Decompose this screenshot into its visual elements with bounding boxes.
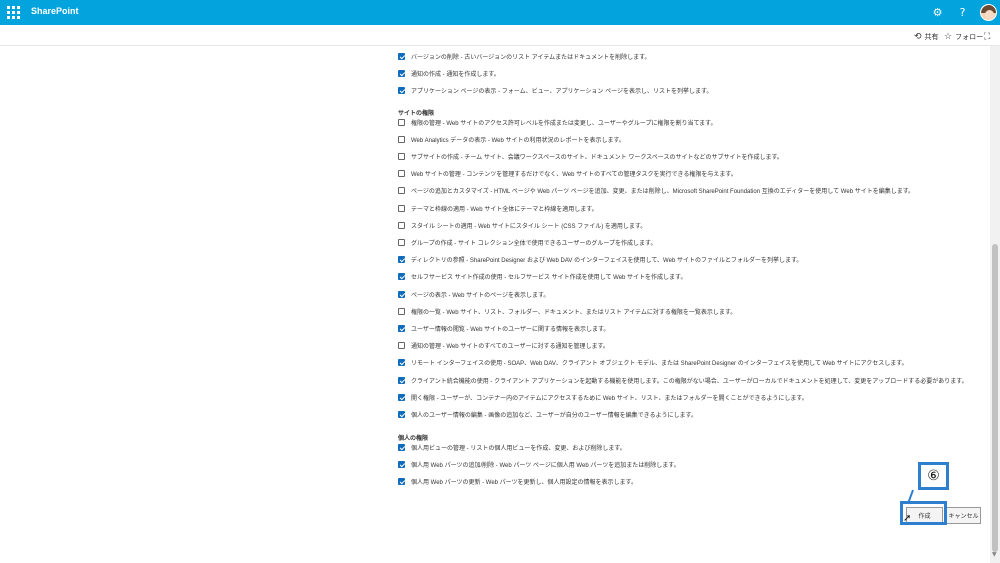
permission-checkbox[interactable]: [398, 273, 405, 281]
permission-row[interactable]: リモート インターフェイスの使用 - SOAP、Web DAV、クライアント オ…: [398, 358, 908, 368]
permission-checkbox[interactable]: [398, 69, 405, 77]
permission-checkbox[interactable]: [398, 118, 405, 126]
permission-row[interactable]: アプリケーション ページの表示 - フォーム、ビュー、アプリケーション ページを…: [398, 85, 712, 95]
permission-label: 個人のユーザー情報の編集 - 画像の追加など、ユーザーが自分のユーザー情報を編集…: [411, 412, 697, 419]
permission-label: テーマと枠線の適用 - Web サイト全体にテーマと枠線を適用します。: [411, 206, 598, 213]
permission-row[interactable]: クライアント統合機能の使用 - クライアント アプリケーションを起動する機能を使…: [398, 375, 968, 385]
help-icon[interactable]: ?: [955, 5, 970, 20]
app-title[interactable]: SharePoint: [31, 6, 79, 16]
site-permissions-heading: サイトの権限: [398, 111, 435, 117]
permission-checkbox[interactable]: [398, 410, 405, 418]
permission-row[interactable]: 開く権限 - ユーザーが、コンテナー内のアイテムにアクセスするために Web サ…: [398, 392, 808, 402]
permission-label: クライアント統合機能の使用 - クライアント アプリケーションを起動する機能を使…: [411, 378, 968, 385]
share-icon: ⟲: [914, 31, 922, 41]
permission-checkbox[interactable]: [398, 86, 405, 94]
permission-row[interactable]: セルフサービス サイト作成の使用 - セルフサービス サイト作成を使用して We…: [398, 272, 686, 282]
permission-label: 個人用 Web パーツの更新 - Web パーツを更新し、個人用設定の情報を表示…: [411, 479, 637, 486]
scroll-down-icon[interactable]: ▼: [992, 551, 997, 558]
permission-row[interactable]: スタイル シートの適用 - Web サイトにスタイル シート (CSS ファイル…: [398, 220, 646, 230]
permission-row[interactable]: サブサイトの作成 - チーム サイト、会議ワークスペースのサイト、ドキュメント …: [398, 151, 783, 161]
permission-checkbox[interactable]: [398, 443, 405, 451]
permission-label: バージョンの削除 - 古いバージョンのリスト アイテムまたはドキュメントを削除し…: [411, 54, 651, 61]
permission-row[interactable]: 権限の管理 - Web サイトのアクセス許可レベルを作成または変更し、ユーザーや…: [398, 117, 717, 127]
permission-row[interactable]: ページの追加とカスタマイズ - HTML ページや Web パーツ ページを追加…: [398, 186, 914, 196]
permission-row[interactable]: グループの作成 - サイト コレクション全体で使用できるユーザーのグループを作成…: [398, 237, 656, 247]
permission-checkbox[interactable]: [398, 290, 405, 298]
permission-row[interactable]: 権限の一覧 - Web サイト、リスト、フォルダー、ドキュメント、またはリスト …: [398, 306, 736, 316]
permission-checkbox[interactable]: [398, 135, 405, 143]
permission-label: ページの表示 - Web サイトのページを表示します。: [411, 292, 550, 299]
permission-level-form: バージョンの削除 - 古いバージョンのリスト アイテムまたはドキュメントを削除し…: [0, 46, 990, 563]
permission-checkbox[interactable]: [398, 238, 405, 246]
permission-checkbox[interactable]: [398, 152, 405, 160]
share-button[interactable]: ⟲ 共有: [914, 31, 939, 42]
permission-label: ページの追加とカスタマイズ - HTML ページや Web パーツ ページを追加…: [411, 189, 915, 196]
permission-label: サブサイトの作成 - チーム サイト、会議ワークスペースのサイト、ドキュメント …: [411, 154, 783, 161]
permission-row[interactable]: 個人用ビューの管理 - リストの個人用ビューを作成、変更、および削除します。: [398, 442, 626, 452]
step-badge: ⑥: [918, 462, 949, 490]
permission-label: グループの作成 - サイト コレクション全体で使用できるユーザーのグループを作成…: [411, 240, 657, 247]
permission-label: 通知の作成 - 通知を作成します。: [411, 71, 500, 78]
follow-button[interactable]: ☆ フォロー: [944, 31, 983, 42]
permission-row[interactable]: ユーザー情報の閲覧 - Web サイトのユーザーに関する情報を表示します。: [398, 323, 609, 333]
permission-checkbox[interactable]: [398, 187, 405, 195]
permission-label: Web Analytics データの表示 - Web サイトの利用状況のレポート…: [411, 137, 625, 144]
avatar[interactable]: [980, 4, 997, 21]
permission-row[interactable]: 通知の管理 - Web サイトのすべてのユーザーに対する通知を管理します。: [398, 341, 609, 351]
permission-checkbox[interactable]: [398, 376, 405, 384]
permission-label: リモート インターフェイスの使用 - SOAP、Web DAV、クライアント オ…: [411, 361, 908, 368]
permission-label: 開く権限 - ユーザーが、コンテナー内のアイテムにアクセスするために Web サ…: [411, 395, 808, 402]
permission-checkbox[interactable]: [398, 460, 405, 468]
permission-label: ディレクトリの参照 - SharePoint Designer および Web …: [411, 258, 803, 265]
permission-row[interactable]: 通知の作成 - 通知を作成します。: [398, 68, 500, 78]
share-label: 共有: [924, 33, 939, 41]
command-bar: ⟲ 共有 ☆ フォロー ⛶: [0, 25, 1000, 46]
permission-label: 個人用ビューの管理 - リストの個人用ビューを作成、変更、および削除します。: [411, 445, 626, 452]
cancel-button[interactable]: キャンセル: [946, 507, 981, 524]
permission-label: 権限の管理 - Web サイトのアクセス許可レベルを作成または変更し、ユーザーや…: [411, 120, 717, 127]
permission-label: スタイル シートの適用 - Web サイトにスタイル シート (CSS ファイル…: [411, 223, 647, 230]
permission-row[interactable]: ディレクトリの参照 - SharePoint Designer および Web …: [398, 255, 802, 265]
permission-row[interactable]: Web サイトの管理 - コンテンツを管理するだけでなく、Web サイトのすべて…: [398, 169, 737, 179]
permission-label: Web サイトの管理 - コンテンツを管理するだけでなく、Web サイトのすべて…: [411, 172, 737, 179]
gear-icon[interactable]: ⚙: [930, 5, 945, 20]
permission-checkbox[interactable]: [398, 221, 405, 229]
permission-row[interactable]: テーマと枠線の適用 - Web サイト全体にテーマと枠線を適用します。: [398, 203, 598, 213]
permission-checkbox[interactable]: [398, 307, 405, 315]
permission-label: 通知の管理 - Web サイトのすべてのユーザーに対する通知を管理します。: [411, 344, 609, 351]
vertical-scrollbar[interactable]: ▼: [990, 46, 1000, 563]
permission-checkbox[interactable]: [398, 393, 405, 401]
permission-checkbox[interactable]: [398, 324, 405, 332]
app-launcher-icon[interactable]: [7, 6, 20, 19]
follow-label: フォロー: [955, 33, 984, 41]
permission-label: セルフサービス サイト作成の使用 - セルフサービス サイト作成を使用して We…: [411, 275, 687, 282]
permission-checkbox[interactable]: [398, 52, 405, 60]
permission-label: ユーザー情報の閲覧 - Web サイトのユーザーに関する情報を表示します。: [411, 326, 610, 333]
permission-label: 個人用 Web パーツの追加/削除 - Web パーツ ページに個人用 Web …: [411, 462, 680, 469]
permission-checkbox[interactable]: [398, 359, 405, 367]
permission-row[interactable]: バージョンの削除 - 古いバージョンのリスト アイテムまたはドキュメントを削除し…: [398, 51, 651, 61]
permission-checkbox[interactable]: [398, 256, 405, 264]
expand-icon[interactable]: ⛶: [984, 31, 993, 42]
permission-label: 権限の一覧 - Web サイト、リスト、フォルダー、ドキュメント、またはリスト …: [411, 309, 737, 316]
suite-header: SharePoint ⚙ ?: [0, 0, 1000, 25]
permission-row[interactable]: Web Analytics データの表示 - Web サイトの利用状況のレポート…: [398, 134, 625, 144]
personal-permissions-heading: 個人の権限: [398, 436, 429, 442]
scrollbar-thumb[interactable]: [992, 244, 998, 552]
permission-row[interactable]: ページの表示 - Web サイトのページを表示します。: [398, 289, 549, 299]
permission-label: アプリケーション ページの表示 - フォーム、ビュー、アプリケーション ページを…: [411, 88, 713, 95]
mouse-cursor-icon: ➚: [903, 513, 912, 524]
permission-row[interactable]: 個人のユーザー情報の編集 - 画像の追加など、ユーザーが自分のユーザー情報を編集…: [398, 409, 697, 419]
permission-checkbox[interactable]: [398, 204, 405, 212]
permission-checkbox[interactable]: [398, 342, 405, 350]
permission-checkbox[interactable]: [398, 477, 405, 485]
permission-row[interactable]: 個人用 Web パーツの更新 - Web パーツを更新し、個人用設定の情報を表示…: [398, 476, 637, 486]
permission-checkbox[interactable]: [398, 170, 405, 178]
permission-row[interactable]: 個人用 Web パーツの追加/削除 - Web パーツ ページに個人用 Web …: [398, 459, 680, 469]
star-icon: ☆: [944, 31, 953, 41]
